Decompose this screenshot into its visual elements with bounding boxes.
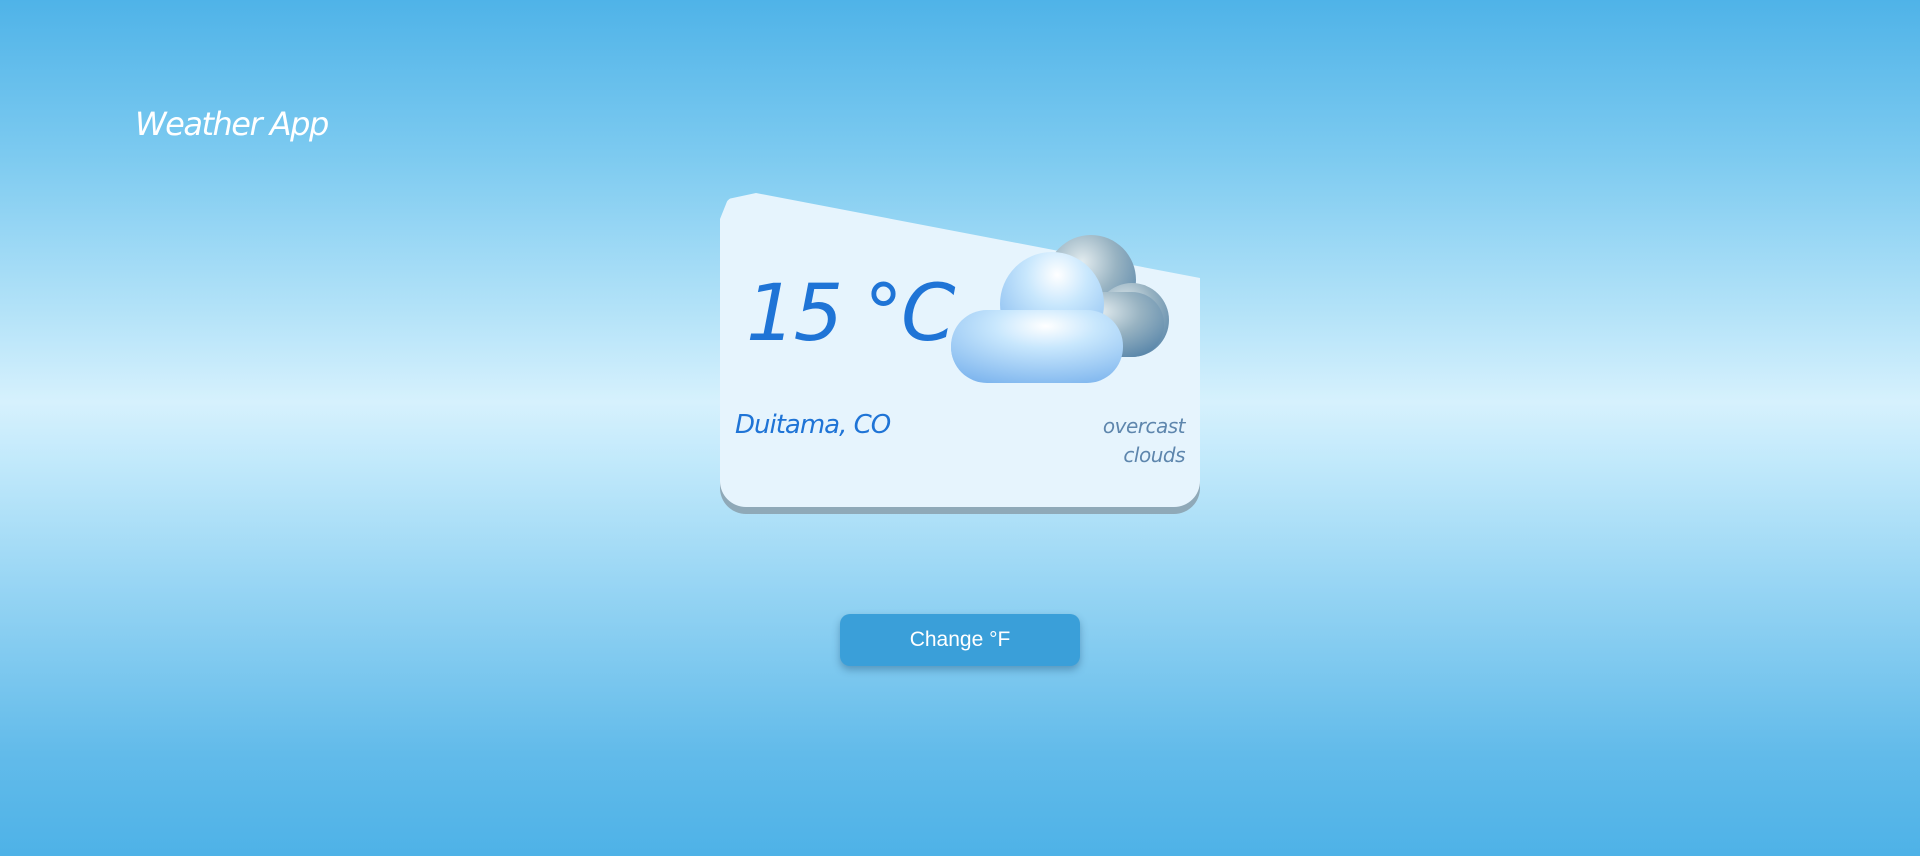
temperature-value: 15 °C [746,269,956,359]
weather-description: overcast clouds [1102,414,1186,467]
app-title: Weather App [135,105,329,143]
overcast-clouds-icon [951,235,1169,383]
location-label: Duitama, CO [735,410,891,440]
change-unit-button[interactable]: Change °F [840,614,1080,666]
